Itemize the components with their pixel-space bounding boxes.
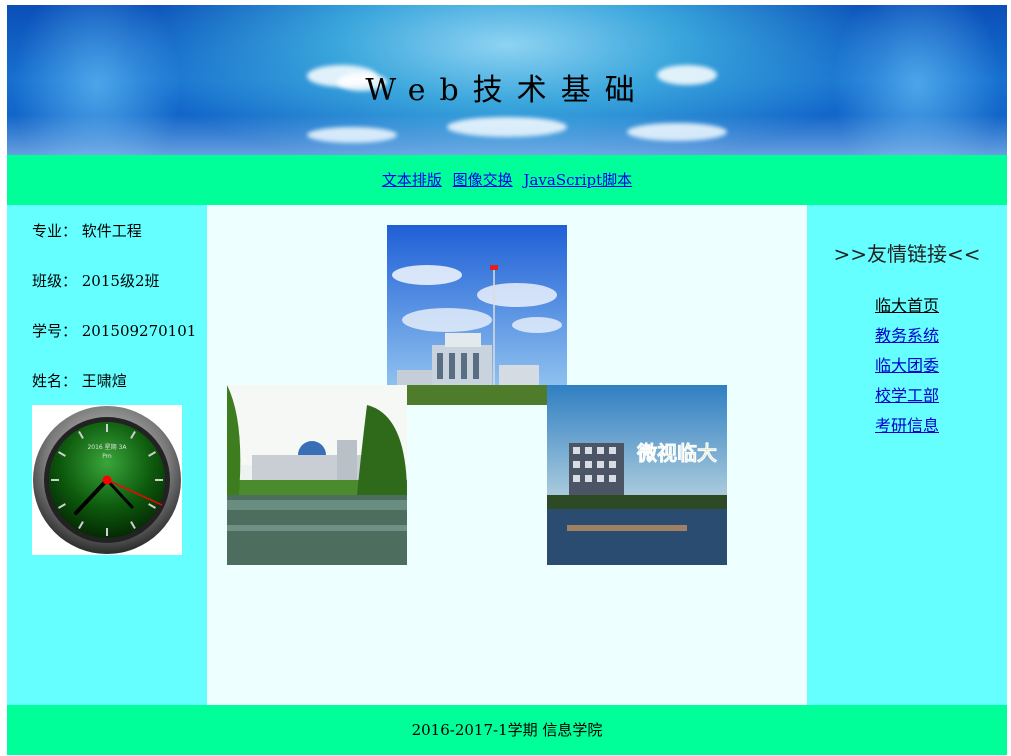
student-name-info: 姓名： 王啸煊: [32, 372, 127, 390]
link-university-home[interactable]: 临大首页: [807, 293, 1007, 323]
major-info: 专业： 软件工程: [32, 222, 142, 240]
campus-lake-photo: [227, 385, 407, 565]
campus-sunset-photo: 微视临大: [547, 385, 727, 565]
nav-link-image-swap[interactable]: 图像交换: [453, 171, 513, 189]
header-banner: Web技术基础: [7, 5, 1007, 155]
class-info: 班级： 2015级2班: [32, 272, 160, 290]
left-sidebar: 专业： 软件工程 班级： 2015级2班 学号： 201509270101 姓名…: [7, 205, 207, 705]
nav-link-javascript[interactable]: JavaScript脚本: [523, 171, 632, 189]
site-title: Web技术基础: [365, 73, 649, 108]
links-title: >>友情链接<<: [833, 242, 981, 266]
right-sidebar: >>友情链接<< 临大首页 教务系统 临大团委 校学工部 考研信息: [807, 205, 1007, 705]
nav-link-text-layout[interactable]: 文本排版: [382, 171, 442, 189]
clock-date: 2016 星期 3A: [87, 443, 127, 451]
friend-links-list: 临大首页 教务系统 临大团委 校学工部 考研信息: [807, 293, 1007, 443]
link-student-affairs[interactable]: 校学工部: [807, 383, 1007, 413]
link-postgrad-info[interactable]: 考研信息: [807, 413, 1007, 443]
student-id-info: 学号： 201509270101: [32, 322, 197, 340]
main-content: 微视临大: [207, 205, 807, 705]
clock-ampm: Pm: [102, 453, 112, 460]
link-youth-league[interactable]: 临大团委: [807, 353, 1007, 383]
photo-sign-text: 微视临大: [636, 441, 717, 465]
campus-building-photo: [387, 225, 567, 405]
analog-clock: 2016 星期 3A Pm: [32, 405, 182, 555]
nav-bar: 文本排版 图像交换 JavaScript脚本: [7, 155, 1007, 205]
footer: 2016-2017-1学期 信息学院: [7, 705, 1007, 755]
link-academic-system[interactable]: 教务系统: [807, 323, 1007, 353]
